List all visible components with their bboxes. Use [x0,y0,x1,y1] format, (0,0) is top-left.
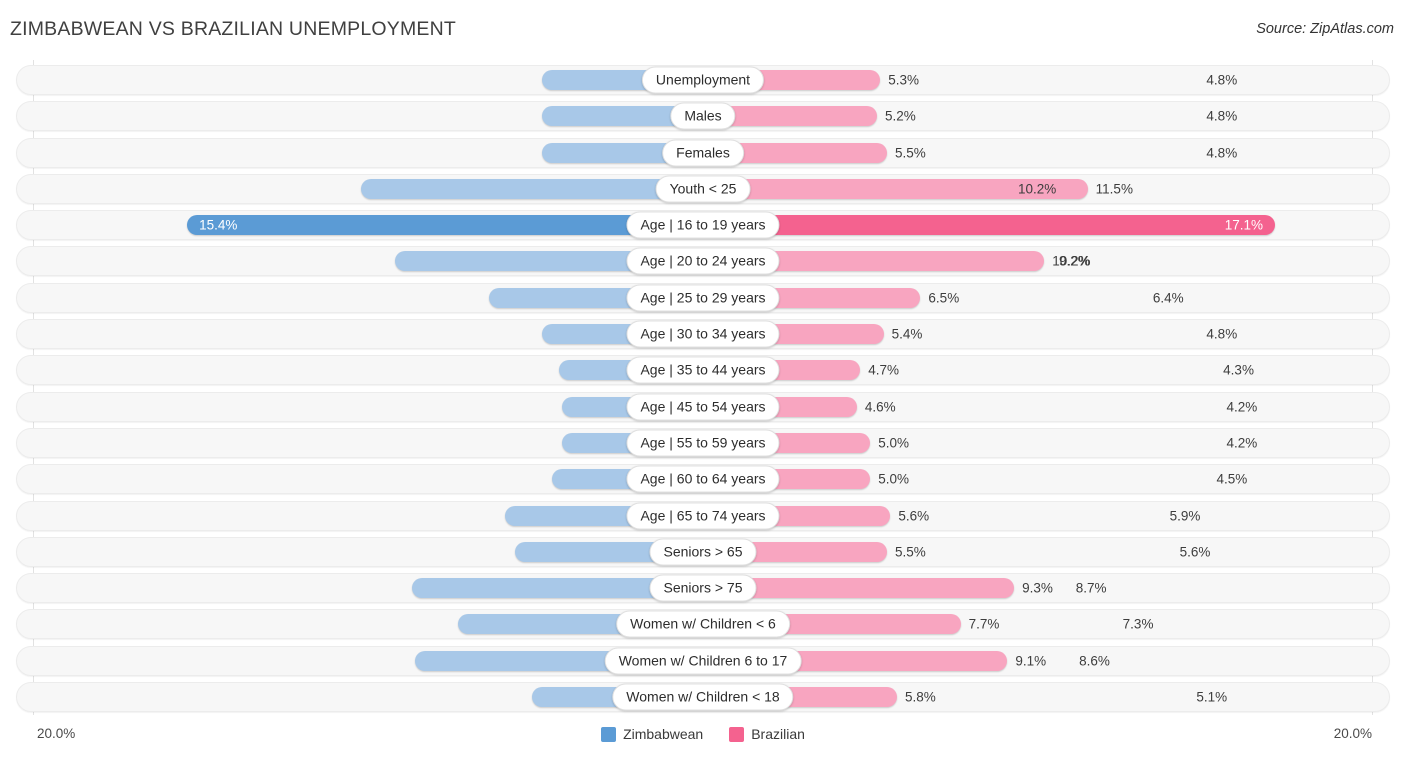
legend-item[interactable]: Zimbabwean [601,726,703,742]
page-title: ZIMBABWEAN VS BRAZILIAN UNEMPLOYMENT [10,18,457,40]
value-label-left: 4.3% [1223,362,1254,378]
value-label-left: 4.8% [1206,326,1238,342]
value-label-right: 5.0% [878,471,910,487]
table-row: 7.3% 7.7% Women w/ Children < 6 [0,609,1406,640]
row-category-label: Age | 20 to 24 years [626,247,780,275]
table-row: 15.4% 17.1% Age | 16 to 19 years [0,210,1406,241]
value-label-right: 5.0% [878,435,910,451]
table-row: 5.6% 5.5% Seniors > 65 [0,536,1406,567]
chart-container: ZIMBABWEAN VS BRAZILIAN UNEMPLOYMENT Sou… [0,0,1406,757]
table-row: 8.6% 9.1% Women w/ Children 6 to 17 [0,645,1406,676]
row-category-label: Age | 25 to 29 years [626,284,780,312]
table-row: 4.8% 5.2% Males [0,101,1406,132]
value-label-right: 4.6% [864,399,896,415]
value-label-right: 4.7% [868,362,899,378]
value-label-right: 5.5% [894,544,926,560]
bar-row-list: 4.8% 5.3% Unemployment 4.8% 5.2% Males 4.8% 5.5… [0,65,1406,718]
value-label-right: 5.3% [888,72,920,88]
bar-left-zimbabwean [361,178,703,199]
table-row: 4.8% 5.4% Age | 30 to 34 years [0,319,1406,350]
table-row: 4.2% 4.6% Age | 45 to 54 years [0,391,1406,422]
row-category-label: Age | 55 to 59 years [626,429,780,457]
legend-item[interactable]: Brazilian [729,726,805,742]
bar-right-brazilian [703,215,1275,236]
row-category-label: Women w/ Children < 18 [612,683,794,711]
value-label-right: 5.2% [884,108,916,124]
table-row: 8.7% 9.3% Seniors > 75 [0,573,1406,604]
table-row: 4.8% 5.3% Unemployment [0,65,1406,95]
value-label-right: 9.1% [1015,653,1047,669]
value-label-left: 4.5% [1216,471,1248,487]
value-label-right: 17.1% [1224,217,1263,233]
table-row: 4.8% 5.5% Females [0,137,1406,168]
value-label-right: 5.4% [891,326,923,342]
value-label-right: 5.6% [898,508,930,524]
plot-area: 4.8% 5.3% Unemployment 4.8% 5.2% Males 4.8% 5.5… [0,60,1406,717]
table-row: 5.9% 5.6% Age | 65 to 74 years [0,500,1406,531]
legend-label: Brazilian [751,726,805,742]
table-row: 6.4% 6.5% Age | 25 to 29 years [0,282,1406,313]
value-label-left: 10.2% [1018,181,1057,197]
value-label-left: 5.6% [1179,544,1211,560]
row-category-label: Males [670,102,736,130]
value-label-left: 6.4% [1152,290,1184,306]
value-label-left: 15.4% [199,217,238,233]
table-row: 4.3% 4.7% Age | 35 to 44 years [0,355,1406,386]
table-row: 9.2% 10.2% Age | 20 to 24 years [0,246,1406,277]
chart-footer: 20.0% 20.0% Zimbabwean Brazilian [0,717,1406,757]
value-label-left: 4.8% [1206,145,1238,161]
table-row: 10.2% 11.5% Youth < 25 [0,173,1406,204]
table-row: 5.1% 5.8% Women w/ Children < 18 [0,682,1406,713]
row-category-label: Age | 35 to 44 years [626,356,780,384]
row-category-label: Age | 30 to 34 years [626,320,780,348]
value-label-left: 4.8% [1206,72,1238,88]
table-row: 4.2% 5.0% Age | 55 to 59 years [0,427,1406,458]
legend-swatch-icon [729,726,745,742]
value-label-right: 11.5% [1095,181,1133,197]
value-label-left: 7.3% [1122,616,1154,632]
value-label-left: 4.2% [1226,399,1258,415]
row-category-label: Age | 60 to 64 years [626,465,780,493]
chart-legend: Zimbabwean Brazilian [0,726,1406,742]
row-category-label: Seniors > 65 [649,538,757,566]
source-attribution: Source: ZipAtlas.com [1256,21,1394,37]
chart-header: ZIMBABWEAN VS BRAZILIAN UNEMPLOYMENT Sou… [0,0,1406,60]
row-category-label: Age | 16 to 19 years [626,211,780,239]
value-label-right: 10.2% [1052,253,1091,269]
value-label-left: 5.9% [1169,508,1201,524]
row-category-label: Women w/ Children 6 to 17 [604,647,802,675]
value-label-left: 4.8% [1206,108,1238,124]
row-category-label: Youth < 25 [655,175,751,203]
value-label-right: 5.8% [905,689,936,705]
value-label-left: 8.6% [1079,653,1110,669]
row-category-label: Unemployment [641,66,765,94]
row-category-label: Seniors > 75 [649,574,757,602]
row-category-label: Age | 45 to 54 years [626,393,780,421]
row-category-label: Age | 65 to 74 years [626,502,780,530]
row-category-label: Females [662,139,744,167]
value-label-right: 7.7% [968,616,1000,632]
value-label-left: 8.7% [1075,580,1107,596]
legend-label: Zimbabwean [623,726,704,742]
table-row: 4.5% 5.0% Age | 60 to 64 years [0,464,1406,495]
legend-swatch-icon [601,726,617,742]
value-label-right: 5.5% [894,145,926,161]
value-label-left: 5.1% [1196,689,1228,705]
value-label-left: 4.2% [1226,435,1258,451]
value-label-right: 6.5% [928,290,960,306]
value-label-right: 9.3% [1022,580,1053,596]
row-category-label: Women w/ Children < 6 [616,610,790,638]
